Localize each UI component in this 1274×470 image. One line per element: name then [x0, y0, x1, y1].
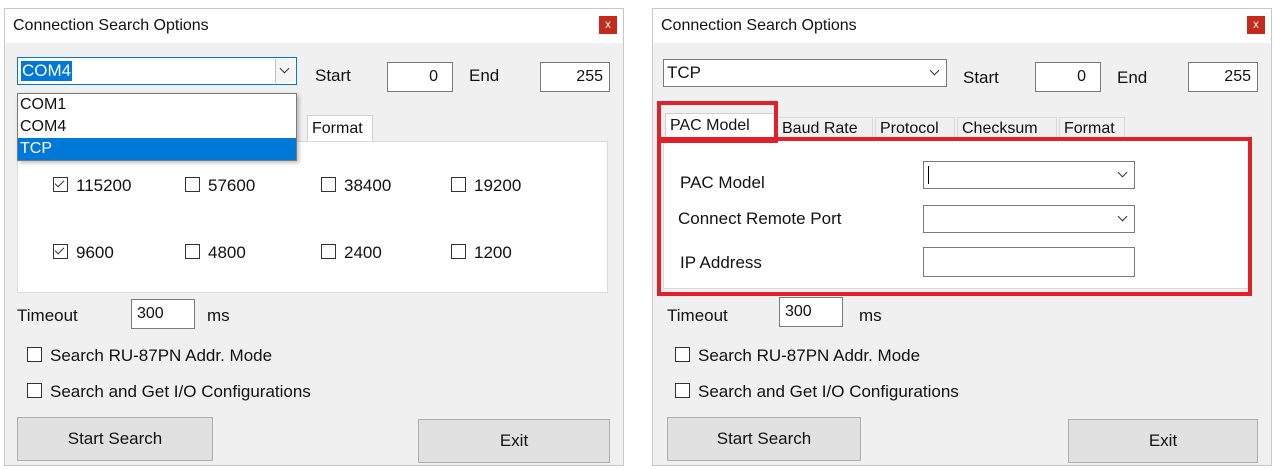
port-select-value: TCP	[667, 63, 701, 82]
port-select[interactable]: COM4	[17, 57, 297, 85]
checkbox-icon	[675, 383, 690, 398]
checkbox-icon	[27, 347, 42, 362]
end-label: End	[1117, 68, 1148, 87]
baud-9600-checkbox[interactable]: 9600	[53, 243, 114, 263]
chevron-down-icon[interactable]	[926, 61, 945, 85]
baud-38400-checkbox[interactable]: 38400	[321, 176, 391, 196]
checkbox-icon	[321, 177, 336, 192]
checkbox-checked-icon	[53, 177, 68, 192]
dialog-connection-search-options-com: Connection Search Options x COM4 Start 0…	[4, 8, 624, 466]
checkbox-icon	[27, 383, 42, 398]
search-ru87pn-checkbox[interactable]: Search RU-87PN Addr. Mode	[27, 346, 272, 366]
baud-1200-checkbox[interactable]: 1200	[451, 243, 512, 263]
start-label: Start	[963, 68, 999, 87]
dialog-connection-search-options-tcp: Connection Search Options x TCP Start 0 …	[652, 8, 1272, 466]
baud-rate-panel	[17, 141, 608, 293]
baud-115200-checkbox[interactable]: 115200	[53, 176, 131, 196]
timeout-input[interactable]: 300	[131, 299, 195, 329]
search-ru87pn-checkbox[interactable]: Search RU-87PN Addr. Mode	[675, 346, 920, 366]
tab-protocol[interactable]: Protocol	[875, 117, 955, 139]
port-dropdown-list: COM1 COM4 TCP	[17, 93, 297, 161]
timeout-label: Timeout	[17, 306, 78, 325]
baud-19200-checkbox[interactable]: 19200	[451, 176, 521, 196]
baud-57600-checkbox[interactable]: 57600	[185, 176, 255, 196]
dialog-title: Connection Search Options	[661, 17, 857, 34]
timeout-unit: ms	[859, 306, 882, 325]
timeout-unit: ms	[207, 306, 230, 325]
timeout-label: Timeout	[667, 306, 728, 325]
highlight-pac-model-panel	[657, 137, 1252, 296]
dialog-title: Connection Search Options	[13, 17, 209, 34]
checkbox-icon	[451, 244, 466, 259]
end-input[interactable]: 255	[1188, 62, 1258, 92]
port-option-com4[interactable]: COM4	[18, 116, 296, 138]
start-label: Start	[315, 66, 351, 85]
start-input[interactable]: 0	[1035, 62, 1101, 92]
title-bar: Connection Search Options x	[5, 9, 623, 43]
search-io-config-checkbox[interactable]: Search and Get I/O Configurations	[27, 382, 311, 402]
port-option-tcp[interactable]: TCP	[18, 138, 296, 160]
checkbox-icon	[185, 244, 200, 259]
baud-2400-checkbox[interactable]: 2400	[321, 243, 382, 263]
end-label: End	[469, 66, 500, 85]
tab-format[interactable]: Format	[307, 115, 373, 141]
port-select[interactable]: TCP	[663, 59, 947, 87]
exit-button[interactable]: Exit	[418, 419, 610, 463]
tab-checksum[interactable]: Checksum	[957, 117, 1057, 139]
search-io-config-checkbox[interactable]: Search and Get I/O Configurations	[675, 382, 959, 402]
checkbox-icon	[451, 177, 466, 192]
tab-format[interactable]: Format	[1059, 117, 1125, 139]
start-search-button[interactable]: Start Search	[17, 417, 213, 461]
port-option-com1[interactable]: COM1	[18, 94, 296, 116]
close-button[interactable]: x	[1247, 16, 1265, 34]
title-bar: Connection Search Options x	[653, 9, 1271, 43]
start-search-button[interactable]: Start Search	[667, 417, 861, 461]
checkbox-icon	[321, 244, 336, 259]
start-input[interactable]: 0	[387, 62, 453, 92]
checkbox-icon	[675, 347, 690, 362]
checkbox-icon	[185, 177, 200, 192]
chevron-down-icon[interactable]	[275, 59, 295, 83]
port-select-value: COM4	[21, 61, 73, 81]
baud-4800-checkbox[interactable]: 4800	[185, 243, 246, 263]
checkbox-checked-icon	[53, 244, 68, 259]
timeout-input[interactable]: 300	[779, 297, 843, 327]
close-button[interactable]: x	[599, 16, 617, 34]
end-input[interactable]: 255	[540, 62, 610, 92]
exit-button[interactable]: Exit	[1068, 419, 1258, 463]
tab-baud-rate[interactable]: Baud Rate	[777, 117, 873, 139]
